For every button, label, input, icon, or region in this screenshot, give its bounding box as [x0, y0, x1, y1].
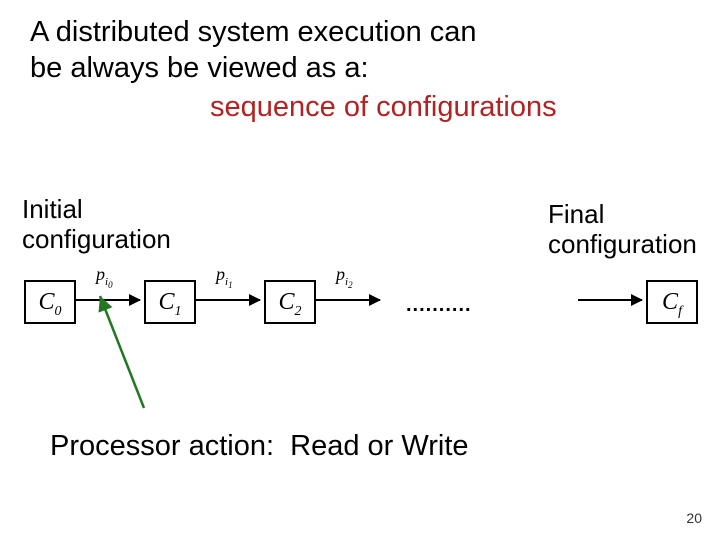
processor-action-label: Processor action:	[50, 430, 274, 462]
page-number: 20	[686, 510, 702, 526]
node-c1-sub: 1	[175, 304, 182, 319]
title-line2: be always be viewed as a:	[30, 52, 369, 84]
ellipsis: ..........	[406, 294, 472, 317]
node-c2-sub: 2	[295, 304, 302, 319]
node-c1-sym: C	[158, 289, 174, 315]
node-c1: C1	[144, 280, 196, 324]
node-cf: Cf	[646, 280, 698, 324]
node-c0: C0	[24, 280, 76, 324]
label-final-config: Final configuration	[548, 200, 697, 260]
transition-label-p1: pi1	[216, 264, 233, 290]
label-final-l1: Final	[548, 199, 604, 229]
node-cf-sub: f	[678, 304, 682, 319]
title-emphasis: sequence of configurations	[210, 89, 690, 125]
label-final-l2: configuration	[548, 229, 697, 259]
slide-title: A distributed system execution can be al…	[30, 14, 690, 125]
arrow-0-1	[76, 299, 140, 301]
transition-label-p2: pi2	[336, 264, 353, 290]
arrow-2-dots	[316, 299, 380, 301]
processor-action-line: Processor action: Read or Write	[50, 430, 469, 463]
arrow-dots-f	[578, 299, 642, 301]
node-c0-sub: 0	[55, 304, 62, 319]
label-initial-config: Initial configuration	[22, 195, 171, 255]
label-initial-l2: configuration	[22, 224, 171, 254]
node-cf-sym: C	[662, 289, 678, 315]
processor-action-value: Read or Write	[290, 430, 468, 462]
node-c2-sym: C	[278, 289, 294, 315]
transition-label-p0: pi0	[96, 264, 113, 290]
node-c2: C2	[264, 280, 316, 324]
node-c0-sym: C	[38, 289, 54, 315]
config-sequence-diagram: C0 pi0 C1 pi1 C2 pi2 .......... Cf	[6, 270, 716, 340]
label-initial-l1: Initial	[22, 194, 83, 224]
arrow-1-2	[196, 299, 260, 301]
title-line1: A distributed system execution can	[30, 16, 477, 48]
